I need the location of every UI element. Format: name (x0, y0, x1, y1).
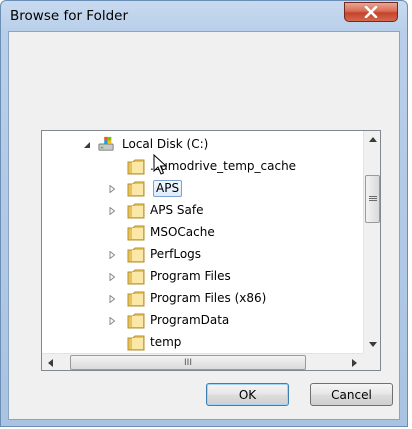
cancel-button[interactable]: Cancel (310, 383, 393, 406)
folder-icon (127, 291, 145, 307)
scroll-down-button[interactable] (364, 336, 381, 353)
tree-item-label: Program Files (150, 269, 231, 283)
folder-icon (127, 269, 145, 285)
folder-icon (127, 203, 145, 219)
tree-item-aps-safe[interactable]: APS Safe (42, 200, 363, 222)
window-title: Browse for Folder (10, 8, 129, 24)
folder-tree[interactable]: Local Disk (C:) .zumodrive_temp_cache AP… (41, 130, 381, 371)
tree-item-aps[interactable]: APS (42, 178, 363, 200)
tree-item-label: APS (153, 180, 183, 197)
tree-item-label: temp (150, 335, 182, 349)
arrow-up-icon (368, 137, 377, 142)
tree-item-perflogs[interactable]: PerfLogs (42, 244, 363, 266)
folder-icon (127, 181, 145, 197)
tree-item-programdata[interactable]: ProgramData (42, 310, 363, 332)
scroll-up-button[interactable] (364, 131, 381, 148)
collapsed-arrow-icon[interactable] (107, 316, 117, 326)
close-icon (364, 6, 378, 18)
horizontal-scroll-thumb[interactable]: III (70, 355, 306, 370)
vertical-scroll-thumb[interactable] (365, 175, 380, 223)
tree-item-label: .zumodrive_temp_cache (150, 159, 297, 173)
ok-button[interactable]: OK (206, 383, 289, 406)
arrow-down-icon (368, 342, 377, 347)
title-bar[interactable]: Browse for Folder (1, 1, 407, 31)
tree-item-msocache[interactable]: MSOCache (42, 222, 363, 244)
tree-root-label: Local Disk (C:) (122, 137, 209, 151)
grip-label: III (184, 357, 192, 368)
collapsed-arrow-icon[interactable] (107, 272, 117, 282)
collapsed-arrow-icon[interactable] (107, 250, 117, 260)
folder-icon (127, 225, 145, 241)
browse-for-folder-dialog: Browse for Folder Local Disk (C:) .zumod… (0, 0, 408, 427)
tree-item-temp[interactable]: temp (42, 332, 363, 353)
scrollbar-corner (363, 353, 380, 370)
folder-icon (127, 159, 145, 175)
close-button[interactable] (344, 2, 398, 22)
scroll-left-button[interactable] (42, 354, 59, 371)
tree-item-program-files-x86[interactable]: Program Files (x86) (42, 288, 363, 310)
folder-icon (127, 313, 145, 329)
tree-item-label: APS Safe (150, 203, 204, 217)
tree-item-label: Program Files (x86) (150, 291, 267, 305)
folder-tree-list: Local Disk (C:) .zumodrive_temp_cache AP… (42, 131, 363, 353)
arrow-right-icon (352, 358, 357, 367)
drive-icon (98, 136, 114, 151)
scroll-right-button[interactable] (346, 354, 363, 371)
tree-item-label: PerfLogs (150, 247, 202, 261)
collapsed-arrow-icon[interactable] (107, 184, 117, 194)
folder-icon (127, 247, 145, 263)
tree-item-label: MSOCache (150, 225, 215, 239)
vertical-scrollbar[interactable] (363, 131, 380, 353)
dialog-client-area: Local Disk (C:) .zumodrive_temp_cache AP… (8, 31, 400, 420)
tree-root-local-disk[interactable]: Local Disk (C:) (42, 134, 363, 156)
horizontal-scrollbar[interactable]: III (42, 353, 363, 370)
arrow-left-icon (48, 358, 53, 367)
folder-icon (127, 335, 145, 351)
tree-item-zumodrive[interactable]: .zumodrive_temp_cache (42, 156, 363, 178)
tree-item-label: ProgramData (150, 313, 230, 327)
expanded-arrow-icon[interactable] (82, 140, 92, 150)
mouse-pointer-icon (153, 154, 167, 175)
collapsed-arrow-icon[interactable] (107, 206, 117, 216)
collapsed-arrow-icon[interactable] (107, 294, 117, 304)
grip-icon (369, 196, 377, 201)
tree-item-program-files[interactable]: Program Files (42, 266, 363, 288)
